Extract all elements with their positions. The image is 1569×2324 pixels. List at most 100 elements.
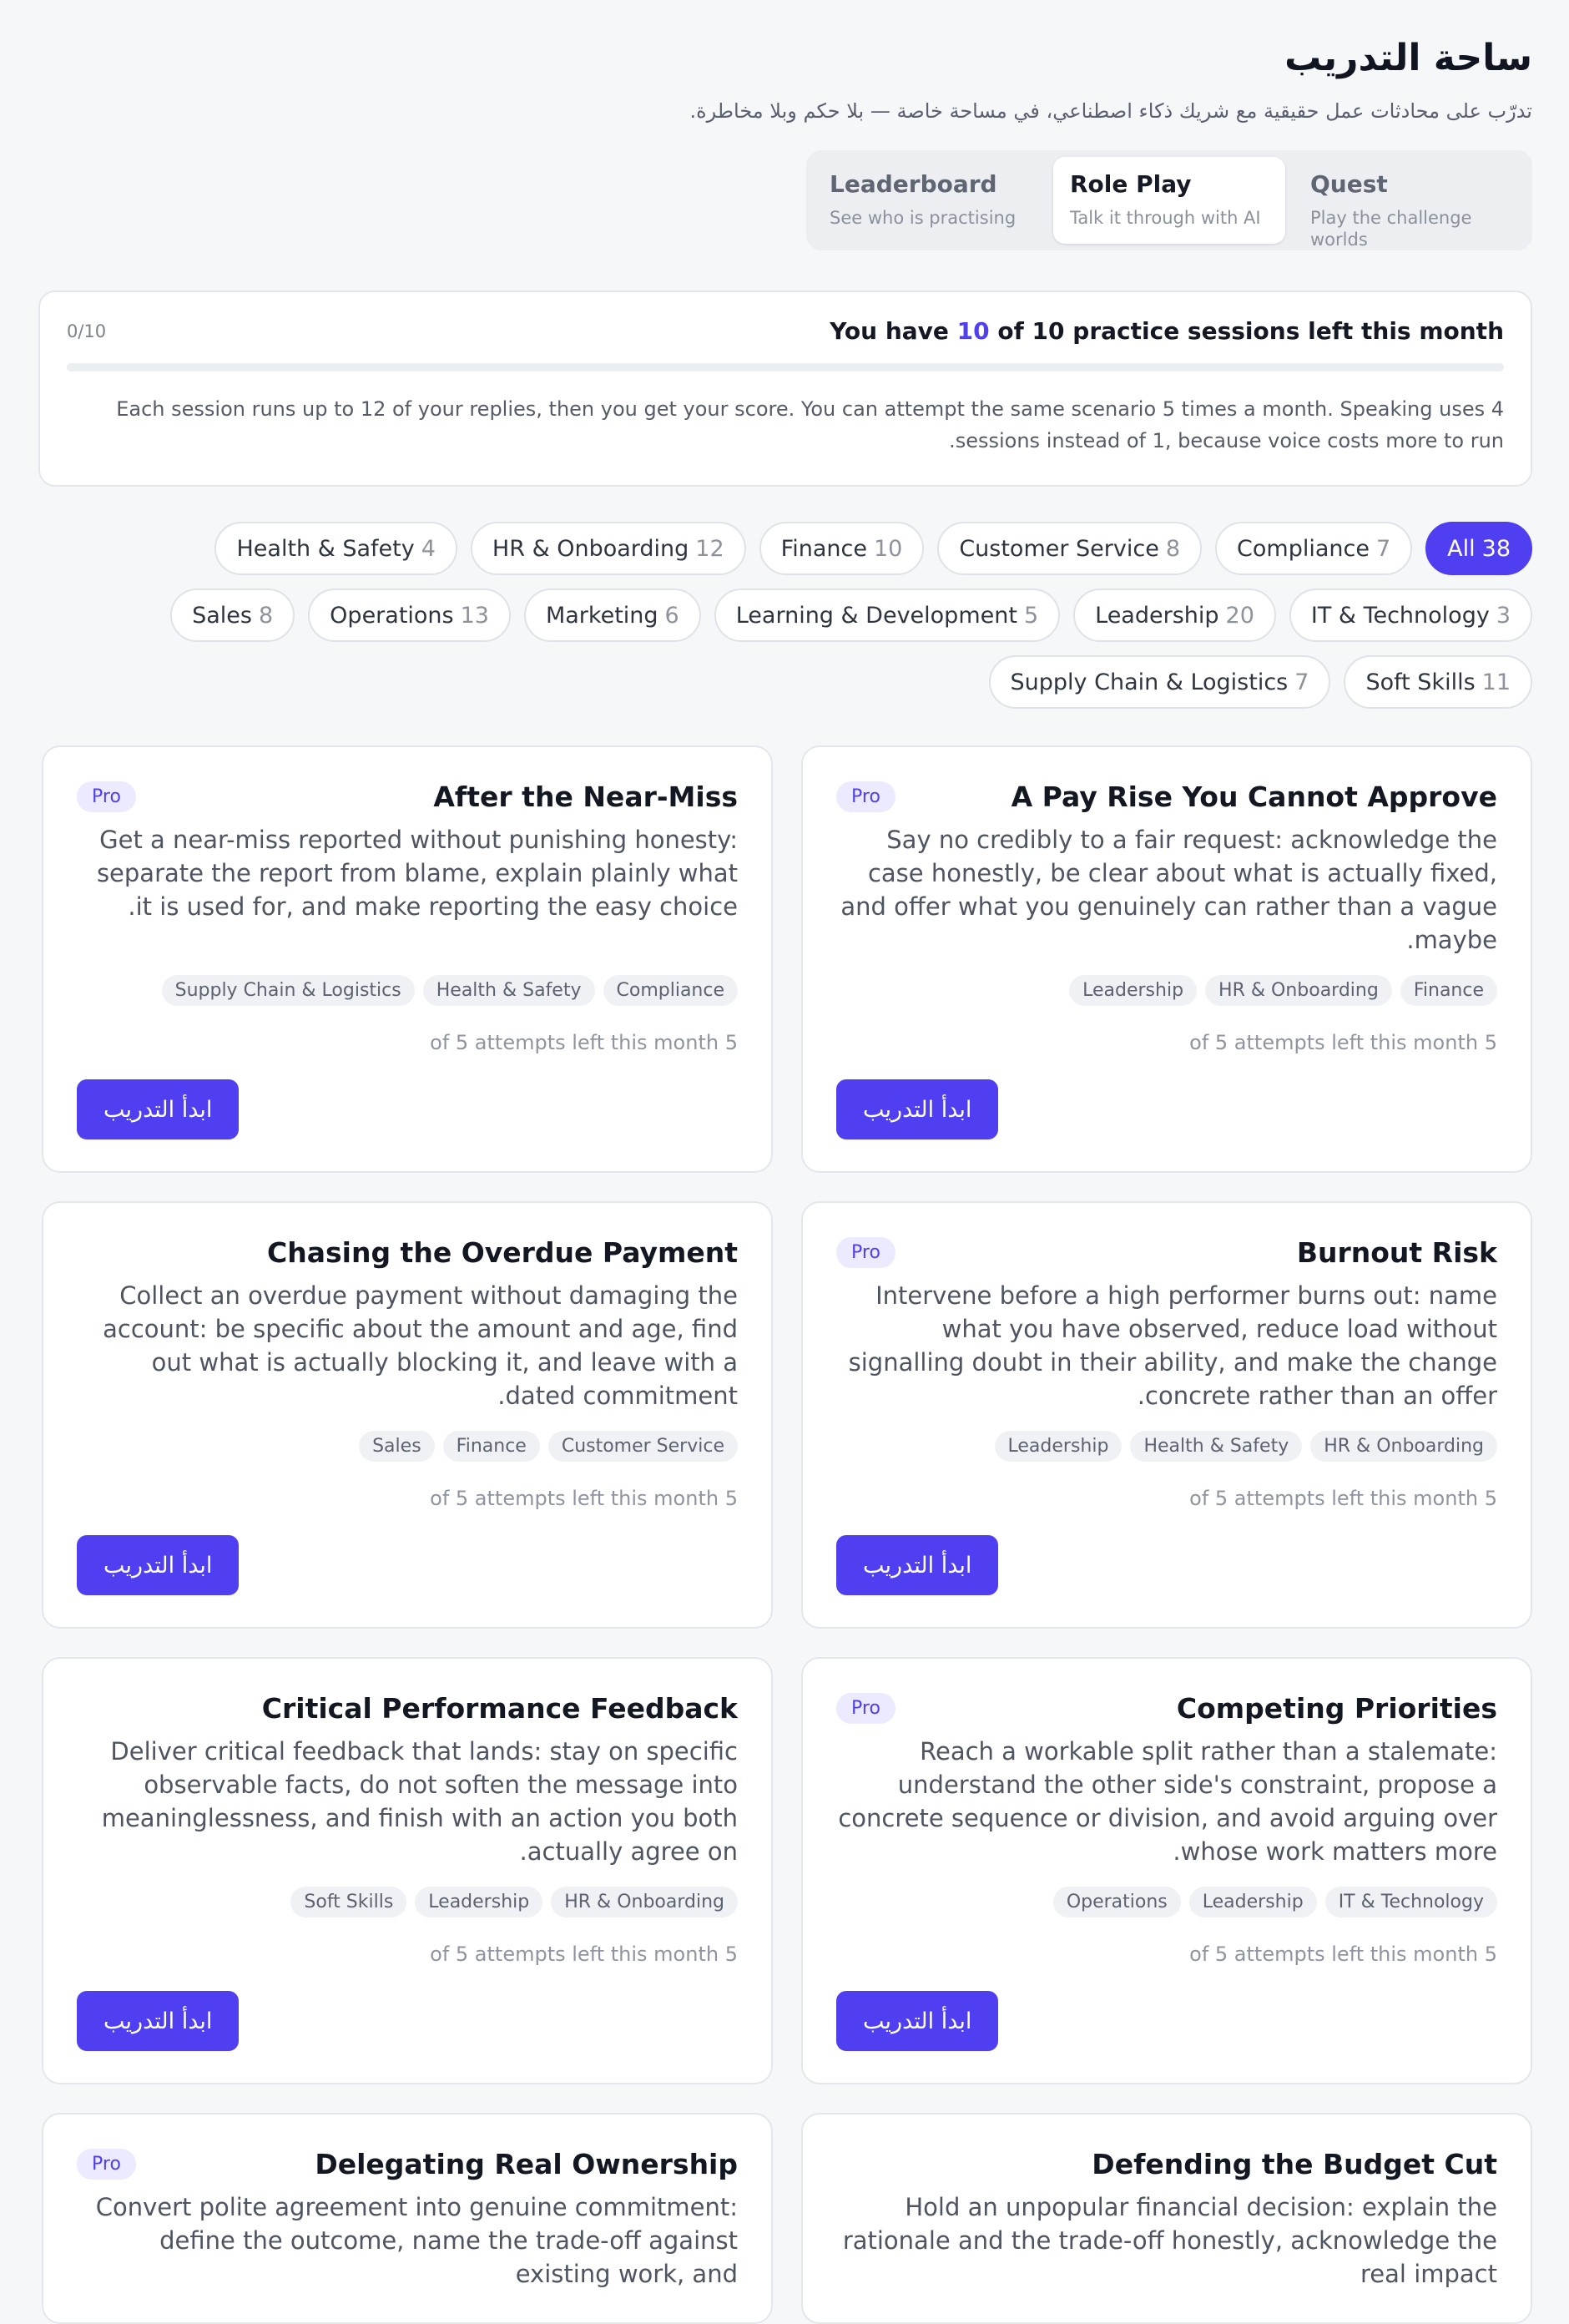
role-play-page: ساحة التدريب تدرّب على محادثات عمل حقيقي… [0, 0, 1569, 2324]
filter-label: All [1447, 535, 1476, 562]
card-description: Get a near-miss reported without punishi… [96, 826, 738, 921]
card-tags: Compliance Health & Safety Supply Chain & … [77, 975, 738, 1006]
card-header: Critical Performance Feedback [77, 1692, 738, 1725]
tab-quest[interactable]: Quest Play the challenge worlds [1294, 157, 1526, 250]
filter-chip[interactable]: HR & Onboarding 12 [470, 522, 746, 575]
tab-subtitle: See who is practising [830, 208, 1017, 228]
category-tag: IT & Technology [1324, 1887, 1497, 1917]
filter-count: 5 [1023, 602, 1039, 629]
usage-top-row: You have 10 of 10 practice sessions left… [67, 317, 1504, 345]
filter-chip[interactable]: Health & Safety 4 [214, 522, 457, 575]
filter-count: 10 [873, 535, 903, 562]
page-title: ساحة التدريب [1284, 37, 1532, 79]
pro-badge: Pro [836, 781, 895, 812]
filter-count: 6 [664, 602, 679, 629]
filter-chip[interactable]: Sales 8 [170, 589, 295, 642]
card-header: A Pay Rise You Cannot Approve Pro [836, 781, 1497, 813]
usage-note: Each session runs up to 12 of your repli… [116, 397, 1504, 452]
category-tag: Compliance [603, 975, 738, 1006]
start-training-button[interactable]: ابدأ التدريب [836, 1535, 999, 1595]
filter-chip[interactable]: Supply Chain & Logistics 7 [988, 655, 1331, 709]
tab-subtitle: Play the challenge worlds [1310, 208, 1472, 250]
mode-tabs: Quest Play the challenge worlds Role Play T… [806, 150, 1532, 250]
filter-label: HR & Onboarding [492, 535, 689, 562]
tab-role-play[interactable]: Role Play Talk it through with AI [1053, 157, 1285, 244]
tab-leaderboard[interactable]: Leaderboard See who is practising [813, 157, 1045, 244]
pro-badge: Pro [836, 1693, 895, 1724]
card-title: Critical Performance Feedback [261, 1692, 738, 1725]
filter-label: Leadership [1095, 602, 1219, 629]
usage-headline: You have 10 of 10 practice sessions left… [830, 317, 1504, 345]
category-tag: Leadership [1188, 1887, 1317, 1917]
filter-chip[interactable]: All 38 [1425, 522, 1532, 575]
category-tag: Soft Skills [290, 1887, 407, 1917]
filter-count: 3 [1496, 602, 1511, 629]
category-tag: Supply Chain & Logistics [161, 975, 415, 1006]
category-tag: Finance [442, 1431, 540, 1462]
attempts-left: 5 of 5 attempts left this month [1189, 1031, 1497, 1054]
filter-chip[interactable]: Compliance 7 [1215, 522, 1413, 575]
filter-count: 4 [421, 535, 436, 562]
start-training-button[interactable]: ابدأ التدريب [836, 1079, 999, 1139]
filter-label: Compliance [1237, 535, 1370, 562]
page-subtitle: تدرّب على محادثات عمل حقيقية مع شريك ذكا… [689, 99, 1532, 123]
filter-chip[interactable]: Operations 13 [308, 589, 511, 642]
start-button-wrapper: ابدأ التدريب [836, 1535, 1497, 1595]
filter-label: Operations [330, 602, 454, 629]
card-description: Convert polite agreement into genuine co… [95, 2193, 738, 2288]
start-training-button[interactable]: ابدأ التدريب [836, 1991, 999, 2051]
category-tag: Operations [1052, 1887, 1181, 1917]
card-title: Burnout Risk [1296, 1236, 1497, 1269]
scenario-card: A Pay Rise You Cannot Approve Pro Say no c… [801, 745, 1532, 1173]
card-title: A Pay Rise You Cannot Approve [1011, 781, 1497, 813]
start-button-wrapper: ابدأ التدريب [836, 1079, 1497, 1139]
card-header: Defending the Budget Cut [836, 2148, 1497, 2180]
usage-panel: You have 10 of 10 practice sessions left… [38, 290, 1532, 487]
category-tag: Health & Safety [1130, 1431, 1303, 1462]
filter-chip[interactable]: Customer Service 8 [937, 522, 1203, 575]
usage-count: 0/10 [67, 321, 107, 341]
filter-label: IT & Technology [1310, 602, 1490, 629]
card-title: Delegating Real Ownership [315, 2148, 738, 2180]
filter-label: Finance [780, 535, 867, 562]
start-training-button[interactable]: ابدأ التدريب [77, 1079, 240, 1139]
attempts-left: 5 of 5 attempts left this month [430, 1031, 738, 1054]
filter-chip[interactable]: Leadership 20 [1073, 589, 1276, 642]
scenario-card: Competing Priorities Pro Reach a workable … [801, 1657, 1532, 2084]
scenario-card: Delegating Real Ownership Pro Convert poli… [42, 2113, 773, 2324]
category-tag: HR & Onboarding [1310, 1431, 1497, 1462]
attempts-left: 5 of 5 attempts left this month [1189, 1943, 1497, 1966]
filter-chip[interactable]: Learning & Development 5 [714, 589, 1061, 642]
filter-chip[interactable]: Finance 10 [759, 522, 925, 575]
card-description: Say no credibly to a fair request: ackno… [840, 826, 1497, 954]
category-filters: All 38 Compliance 7 Customer Service 8 Finance… [38, 522, 1532, 709]
scenario-card: Defending the Budget Cut Hold an unpopula… [801, 2113, 1532, 2324]
scenario-card: After the Near-Miss Pro Get a near-miss re… [42, 745, 773, 1173]
start-training-button[interactable]: ابدأ التدريب [77, 1535, 240, 1595]
card-description: Hold an unpopular financial decision: ex… [842, 2193, 1497, 2288]
scenario-card: Burnout Risk Pro Intervene before a high p… [801, 1201, 1532, 1629]
category-tag: HR & Onboarding [1205, 975, 1392, 1006]
category-tag: Leadership [415, 1887, 543, 1917]
category-tag: Sales [359, 1431, 435, 1462]
filter-count: 12 [695, 535, 724, 562]
filter-label: Soft Skills [1365, 669, 1476, 695]
attempts-left: 5 of 5 attempts left this month [430, 1487, 738, 1510]
card-description: Collect an overdue payment without damag… [103, 1281, 738, 1410]
filter-chip[interactable]: IT & Technology 3 [1289, 589, 1532, 642]
filter-count: 8 [1165, 535, 1181, 562]
card-header: Delegating Real Ownership Pro [77, 2148, 738, 2180]
tab-label: Leaderboard [830, 170, 997, 198]
filter-label: Sales [192, 602, 252, 629]
attempts-left: 5 of 5 attempts left this month [430, 1943, 738, 1966]
start-training-button[interactable]: ابدأ التدريب [77, 1991, 240, 2051]
start-button-wrapper: ابدأ التدريب [77, 1535, 738, 1595]
filter-count: 13 [460, 602, 489, 629]
card-title: After the Near-Miss [433, 781, 738, 813]
filter-count: 7 [1294, 669, 1309, 695]
card-tags: HR & Onboarding Health & Safety Leadership [836, 1431, 1497, 1462]
card-tags: Customer Service Finance Sales [77, 1431, 738, 1462]
filter-chip[interactable]: Soft Skills 11 [1344, 655, 1532, 709]
card-title: Defending the Budget Cut [1092, 2148, 1497, 2180]
filter-chip[interactable]: Marketing 6 [523, 589, 701, 642]
